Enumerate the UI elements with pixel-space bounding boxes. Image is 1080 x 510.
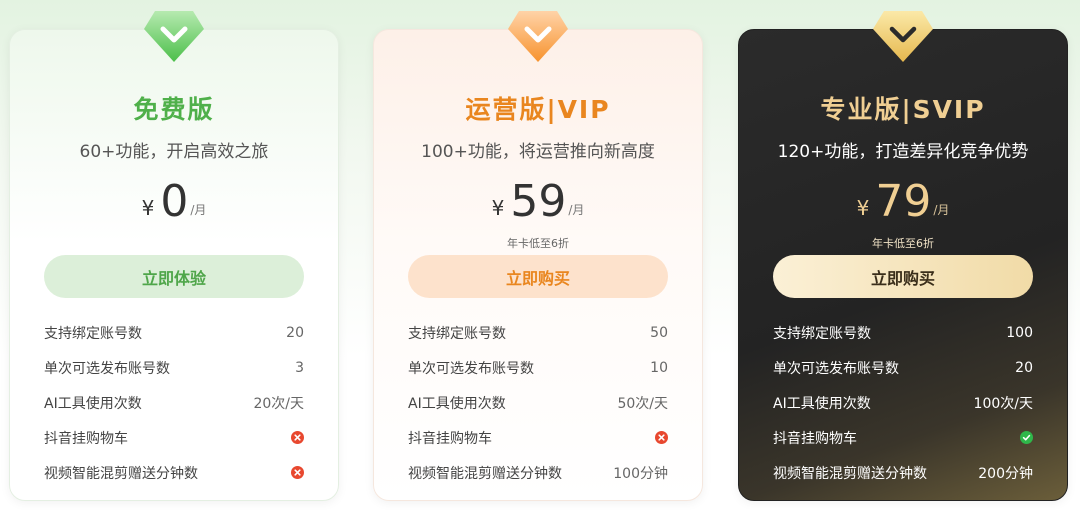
price-amount: 59 bbox=[510, 176, 567, 227]
plan-card-svip: 专业版|SVIP 120+功能，打造差异化竞争优势 ¥ 79 /月 年卡低至6折… bbox=[738, 11, 1068, 501]
feature-row: 单次可选发布账号数 20 bbox=[773, 350, 1033, 385]
plan-subtitle: 100+功能，将运营推向新高度 bbox=[421, 142, 655, 162]
feature-value: 20 bbox=[1015, 359, 1033, 376]
feature-label: 单次可选发布账号数 bbox=[773, 360, 899, 377]
feature-row: 视频智能混剪赠送分钟数 200分钟 bbox=[773, 455, 1033, 490]
feature-label: AI工具使用次数 bbox=[408, 395, 506, 412]
feature-row: 支持绑定账号数 20 bbox=[44, 315, 304, 350]
feature-value: 20次/天 bbox=[253, 395, 304, 412]
feature-list: 支持绑定账号数 50 单次可选发布账号数 10 AI工具使用次数 50次/天 抖… bbox=[408, 315, 668, 490]
feature-label: AI工具使用次数 bbox=[773, 395, 871, 412]
feature-row: AI工具使用次数 20次/天 bbox=[44, 385, 304, 420]
currency-symbol: ¥ bbox=[491, 196, 505, 220]
feature-value: 50次/天 bbox=[617, 395, 668, 412]
plan-subtitle: 60+功能，开启高效之旅 bbox=[79, 142, 269, 162]
feature-label: AI工具使用次数 bbox=[44, 395, 142, 412]
feature-label: 抖音挂购物车 bbox=[408, 430, 492, 447]
discount-note: 年卡低至6折 bbox=[507, 237, 569, 250]
cross-icon bbox=[291, 466, 304, 479]
feature-value: 3 bbox=[295, 359, 304, 376]
cross-icon bbox=[655, 431, 668, 444]
buy-now-button[interactable]: 立即购买 bbox=[408, 255, 668, 298]
price: ¥ 79 /月 bbox=[739, 172, 1067, 228]
pricing-plans: 免费版 60+功能，开启高效之旅 ¥ 0 /月 立即体验 支持绑定账号数 20 … bbox=[0, 0, 1080, 510]
feature-row: 视频智能混剪赠送分钟数 bbox=[44, 455, 304, 490]
feature-value: 100分钟 bbox=[613, 465, 668, 482]
check-icon bbox=[1020, 431, 1033, 444]
discount-note: 年卡低至6折 bbox=[872, 237, 934, 250]
price-unit: /月 bbox=[568, 203, 585, 217]
feature-label: 抖音挂购物车 bbox=[773, 430, 857, 447]
chevron-badge-icon bbox=[141, 7, 207, 65]
feature-row: 抖音挂购物车 bbox=[408, 420, 668, 455]
plan-title: 专业版|SVIP bbox=[820, 95, 986, 124]
price: ¥ 59 /月 bbox=[374, 172, 702, 228]
feature-value: 50 bbox=[650, 324, 668, 341]
feature-row: 抖音挂购物车 bbox=[773, 420, 1033, 455]
cross-icon bbox=[291, 431, 304, 444]
price-amount: 0 bbox=[160, 176, 189, 227]
feature-row: 支持绑定账号数 50 bbox=[408, 315, 668, 350]
feature-label: 视频智能混剪赠送分钟数 bbox=[773, 465, 927, 482]
feature-row: AI工具使用次数 100次/天 bbox=[773, 385, 1033, 420]
feature-row: 单次可选发布账号数 10 bbox=[408, 350, 668, 385]
feature-label: 视频智能混剪赠送分钟数 bbox=[44, 465, 198, 482]
feature-row: 视频智能混剪赠送分钟数 100分钟 bbox=[408, 455, 668, 490]
chevron-badge-icon bbox=[505, 7, 571, 65]
feature-value: 10 bbox=[650, 359, 668, 376]
plan-card-vip: 运营版|VIP 100+功能，将运营推向新高度 ¥ 59 /月 年卡低至6折 立… bbox=[373, 11, 703, 501]
feature-label: 视频智能混剪赠送分钟数 bbox=[408, 465, 562, 482]
price-unit: /月 bbox=[933, 203, 950, 217]
feature-row: AI工具使用次数 50次/天 bbox=[408, 385, 668, 420]
feature-row: 单次可选发布账号数 3 bbox=[44, 350, 304, 385]
buy-now-button[interactable]: 立即购买 bbox=[773, 255, 1033, 298]
plan-card-free: 免费版 60+功能，开启高效之旅 ¥ 0 /月 立即体验 支持绑定账号数 20 … bbox=[9, 11, 339, 501]
feature-label: 抖音挂购物车 bbox=[44, 430, 128, 447]
feature-label: 单次可选发布账号数 bbox=[44, 360, 170, 377]
feature-label: 支持绑定账号数 bbox=[408, 325, 506, 342]
feature-value: 100次/天 bbox=[973, 395, 1033, 412]
price: ¥ 0 /月 bbox=[10, 172, 338, 228]
feature-list: 支持绑定账号数 20 单次可选发布账号数 3 AI工具使用次数 20次/天 抖音… bbox=[44, 315, 304, 490]
feature-row: 支持绑定账号数 100 bbox=[773, 315, 1033, 350]
feature-label: 单次可选发布账号数 bbox=[408, 360, 534, 377]
price-amount: 79 bbox=[875, 176, 932, 227]
feature-label: 支持绑定账号数 bbox=[773, 325, 871, 342]
try-now-button[interactable]: 立即体验 bbox=[44, 255, 304, 298]
plan-title: 免费版 bbox=[133, 95, 215, 124]
feature-label: 支持绑定账号数 bbox=[44, 325, 142, 342]
price-unit: /月 bbox=[190, 203, 207, 217]
chevron-badge-icon bbox=[870, 7, 936, 65]
feature-row: 抖音挂购物车 bbox=[44, 420, 304, 455]
currency-symbol: ¥ bbox=[141, 196, 155, 220]
feature-value: 200分钟 bbox=[978, 465, 1033, 482]
feature-list: 支持绑定账号数 100 单次可选发布账号数 20 AI工具使用次数 100次/天… bbox=[773, 315, 1033, 490]
feature-value: 100 bbox=[1006, 324, 1033, 341]
feature-value: 20 bbox=[286, 324, 304, 341]
plan-title: 运营版|VIP bbox=[465, 95, 611, 124]
currency-symbol: ¥ bbox=[856, 196, 870, 220]
plan-subtitle: 120+功能，打造差异化竞争优势 bbox=[777, 142, 1029, 162]
